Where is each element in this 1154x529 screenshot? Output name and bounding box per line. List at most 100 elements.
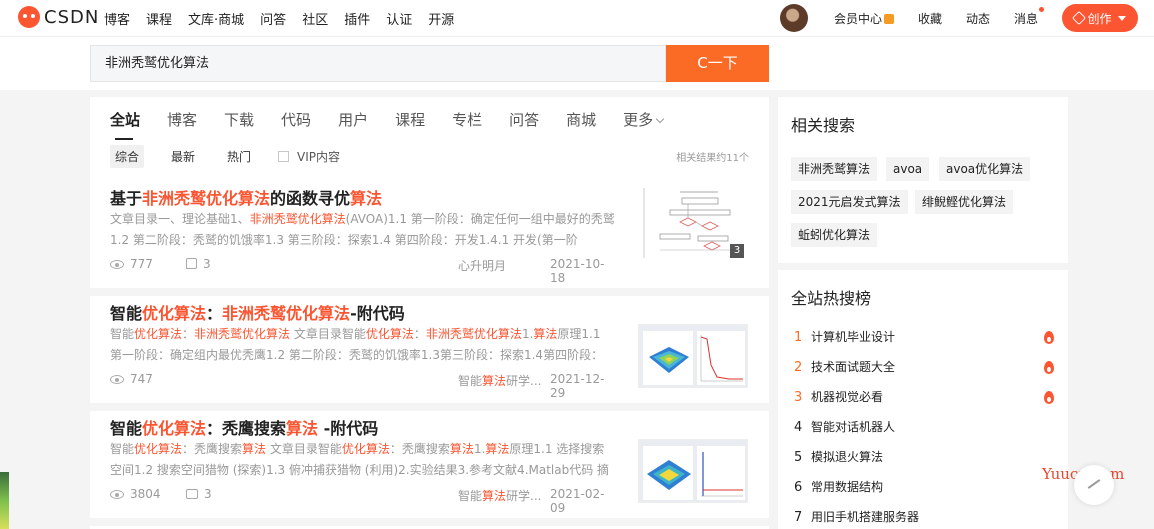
highlight-term: 算法 (482, 374, 507, 388)
result-thumbnail[interactable]: 3 (640, 188, 744, 258)
user-avatar[interactable] (779, 4, 808, 32)
result-date: 2021-12-29 (550, 372, 605, 400)
vip-content-filter[interactable]: VIP内容 (278, 148, 340, 165)
nav-link-blog[interactable]: 博客 (104, 9, 130, 28)
hot-search-item[interactable]: 6 常用数据结构 (794, 478, 1054, 498)
sort-filters: 综合 最新 热门 VIP内容 (110, 144, 340, 168)
hot-search-item[interactable]: 7 用旧手机搭建服务器 (794, 508, 1054, 528)
comment-icon (186, 489, 198, 499)
nav-link-library[interactable]: 文库·商城 (188, 9, 244, 28)
hot-search-item[interactable]: 2 技术面试题大全 (794, 358, 1054, 378)
messages-link[interactable]: 消息 (1014, 6, 1044, 27)
result-thumbnail[interactable] (638, 439, 748, 503)
highlight-term: 算法 (449, 442, 474, 456)
nav-links: 博客 课程 文库·商城 问答 社区 插件 认证 开源 (104, 0, 470, 36)
related-tag[interactable]: 绯鲵鲣优化算法 (915, 190, 1014, 214)
tab-code[interactable]: 代码 (281, 109, 311, 135)
related-searches-panel: 相关搜索 非洲秃鹫算法 avoa avoa优化算法 2021元启发式算法 绯鲵鲣… (778, 97, 1068, 263)
csdn-logo[interactable]: CSDN (18, 6, 99, 28)
related-tag[interactable]: 2021元启发式算法 (791, 190, 908, 214)
result-meta: 3804 3 智能算法研学... 2021-02-09 (110, 487, 617, 515)
result-title[interactable]: 智能优化算法：秃鹰搜索算法 -附代码 (110, 415, 378, 439)
nav-link-community[interactable]: 社区 (302, 9, 328, 28)
search-results-panel: 全站 博客 下载 代码 用户 课程 专栏 问答 商城 更多 综合 最新 热门 V… (90, 97, 769, 529)
nav-link-courses[interactable]: 课程 (146, 9, 172, 28)
member-center-link[interactable]: 会员中心 (834, 10, 894, 27)
nav-link-opensource[interactable]: 开源 (428, 9, 454, 28)
highlight-term: 算法 (485, 442, 510, 456)
favorites-link[interactable]: 收藏 (918, 10, 942, 27)
hot-search-item[interactable]: 5 模拟退火算法 (794, 448, 1054, 468)
related-tag[interactable]: avoa (886, 157, 930, 181)
tab-all[interactable]: 全站 (110, 109, 140, 140)
view-count: 3804 (110, 487, 161, 501)
eye-icon (110, 375, 124, 384)
text-segment: 智能 (110, 419, 143, 438)
result-author[interactable]: 智能算法研学... (458, 487, 541, 504)
hot-rank-number: 4 (794, 420, 803, 435)
image-count-badge: 3 (730, 244, 744, 258)
result-thumbnail[interactable] (638, 324, 748, 388)
text-segment: 文章目录智能 (290, 327, 366, 341)
hot-search-item[interactable]: 4 智能对话机器人 (794, 418, 1054, 438)
hot-search-panel: 全站热搜榜 1 计算机毕业设计 2 技术面试题大全 3 机器视觉必看 4 智能对话机器人 5 模拟… (778, 270, 1068, 529)
matlab-plot-thumbnail (639, 440, 747, 502)
activity-link[interactable]: 动态 (966, 10, 990, 27)
text-segment: ：秃鹰搜索 (182, 442, 243, 456)
search-band: 非洲秃鹫优化算法 C一下 (0, 36, 1154, 90)
result-item[interactable]: 智能优化算法：非洲秃鹫优化算法-附代码 智能优化算法：非洲秃鹫优化算法 文章目录… (90, 295, 769, 411)
filter-latest[interactable]: 最新 (166, 145, 200, 168)
like-count[interactable]: 3 (186, 257, 211, 271)
result-author[interactable]: 智能算法研学... (458, 372, 541, 389)
hot-search-item[interactable]: 1 计算机毕业设计 (794, 328, 1054, 348)
like-count-value: 3 (203, 257, 211, 271)
tab-more[interactable]: 更多 (623, 109, 665, 135)
floating-edit-button[interactable] (1074, 465, 1114, 505)
result-title[interactable]: 基于非洲秃鹫优化算法的函数寻优算法 (110, 185, 382, 209)
hot-search-item[interactable]: 3 机器视觉必看 (794, 388, 1054, 408)
tab-courses[interactable]: 课程 (395, 109, 425, 135)
tab-users[interactable]: 用户 (338, 109, 368, 135)
result-title[interactable]: 智能优化算法：非洲秃鹫优化算法-附代码 (110, 300, 405, 324)
hot-search-title: 全站热搜榜 (791, 289, 872, 308)
user-toolbar: 会员中心 收藏 动态 消息 创作 (779, 0, 1138, 36)
related-tag[interactable]: 蚯蚓优化算法 (791, 223, 878, 247)
search-input[interactable]: 非洲秃鹫优化算法 (90, 45, 666, 82)
comment-count[interactable]: 3 (186, 487, 212, 501)
filter-hot[interactable]: 热门 (222, 145, 256, 168)
tab-columns[interactable]: 专栏 (452, 109, 482, 135)
hot-rank-number: 6 (794, 480, 803, 495)
csdn-logo-icon (18, 6, 40, 28)
chevron-down-icon (655, 114, 665, 124)
hot-rank-number: 1 (794, 330, 803, 345)
tab-mall[interactable]: 商城 (566, 109, 596, 135)
text-segment: 研学... (506, 374, 542, 388)
text-segment: ：秃鹰搜索 (389, 442, 450, 456)
nav-link-plugins[interactable]: 插件 (344, 9, 370, 28)
text-segment: ： (182, 327, 195, 341)
tab-blog[interactable]: 博客 (167, 109, 197, 135)
nav-link-certification[interactable]: 认证 (386, 9, 412, 28)
result-author[interactable]: 心升明月 (458, 257, 506, 274)
matlab-plot-thumbnail (639, 325, 747, 387)
tab-download[interactable]: 下载 (224, 109, 254, 135)
vip-checkbox[interactable] (278, 150, 290, 162)
text-segment: 智能 (458, 489, 483, 503)
tab-more-label: 更多 (623, 111, 654, 129)
search-button[interactable]: C一下 (666, 45, 769, 82)
filter-comprehensive[interactable]: 综合 (110, 144, 145, 168)
result-meta: 777 3 心升明月 2021-10-18 (110, 257, 617, 285)
create-button[interactable]: 创作 (1062, 4, 1138, 32)
tab-qa[interactable]: 问答 (509, 109, 539, 135)
flame-icon (1044, 361, 1054, 374)
highlight-term: 非洲秃鹫优化算法 (222, 304, 351, 323)
view-count-value: 3804 (130, 487, 161, 501)
related-tag[interactable]: avoa优化算法 (939, 157, 1031, 181)
result-item[interactable]: 智能优化算法：秃鹰搜索算法 -附代码 智能优化算法：秃鹰搜索算法 文章目录智能优… (90, 410, 769, 526)
top-navigation-bar: CSDN 博客 课程 文库·商城 问答 社区 插件 认证 开源 会员中心 收藏 … (0, 0, 1154, 36)
related-searches-title: 相关搜索 (791, 116, 856, 135)
nav-link-qa[interactable]: 问答 (260, 9, 286, 28)
text-segment: 基于 (110, 189, 143, 208)
related-tag[interactable]: 非洲秃鹫算法 (791, 157, 878, 181)
result-item[interactable]: 基于非洲秃鹫优化算法的函数寻优算法 文章目录一、理论基础1、非洲秃鹫优化算法(A… (90, 180, 769, 296)
